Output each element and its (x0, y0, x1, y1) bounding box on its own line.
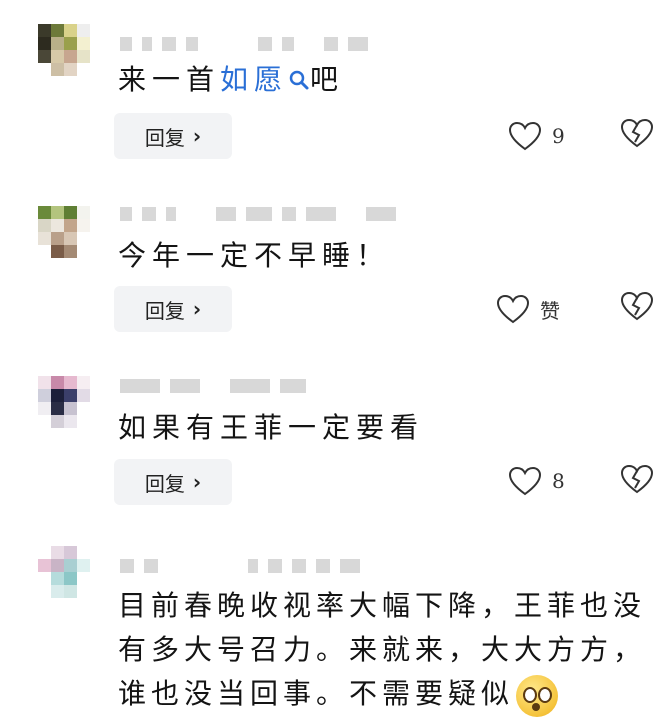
dislike-button[interactable] (620, 118, 654, 152)
avatar[interactable] (38, 546, 90, 598)
dislike-button[interactable] (620, 464, 654, 498)
heart-icon (508, 121, 542, 151)
song-link[interactable]: 如愿 (220, 63, 288, 96)
username-blurred[interactable] (120, 558, 420, 574)
search-icon[interactable] (288, 60, 310, 90)
reply-button[interactable]: 回复 › (114, 113, 232, 159)
broken-heart-icon (620, 118, 654, 148)
avatar[interactable] (38, 206, 90, 258)
like-count: 赞 (540, 298, 560, 323)
like-count: 9 (552, 124, 565, 148)
avatar[interactable] (38, 24, 90, 76)
broken-heart-icon (620, 291, 654, 321)
chevron-right-icon: › (192, 470, 202, 494)
comment-text: 如果有王菲一定要看 (118, 411, 425, 444)
comment-text: 今年一定不早睡！ (118, 239, 391, 272)
chevron-right-icon: › (192, 124, 202, 148)
heart-icon (496, 294, 530, 324)
comment-text: 来一首如愿吧 (118, 58, 640, 102)
like-button[interactable]: 赞 (496, 289, 568, 329)
comment-text: 目前春晚收视率大幅下降，王菲也没有多大号召力。来就来，大大方方，谁也没当回事。不… (118, 584, 648, 717)
username-blurred[interactable] (120, 36, 420, 52)
like-button[interactable]: 8 (508, 461, 580, 501)
like-button[interactable]: 9 (508, 116, 580, 156)
chevron-right-icon: › (192, 297, 202, 321)
username-blurred[interactable] (120, 378, 420, 394)
reply-button[interactable]: 回复 › (114, 286, 232, 332)
heart-icon (508, 466, 542, 496)
reply-button[interactable]: 回复 › (114, 459, 232, 505)
username-blurred[interactable] (120, 206, 420, 222)
dislike-button[interactable] (620, 291, 654, 325)
broken-heart-icon (620, 464, 654, 494)
like-count: 8 (552, 469, 565, 493)
avatar[interactable] (38, 376, 90, 428)
flushed-face-emoji-icon (516, 674, 559, 717)
